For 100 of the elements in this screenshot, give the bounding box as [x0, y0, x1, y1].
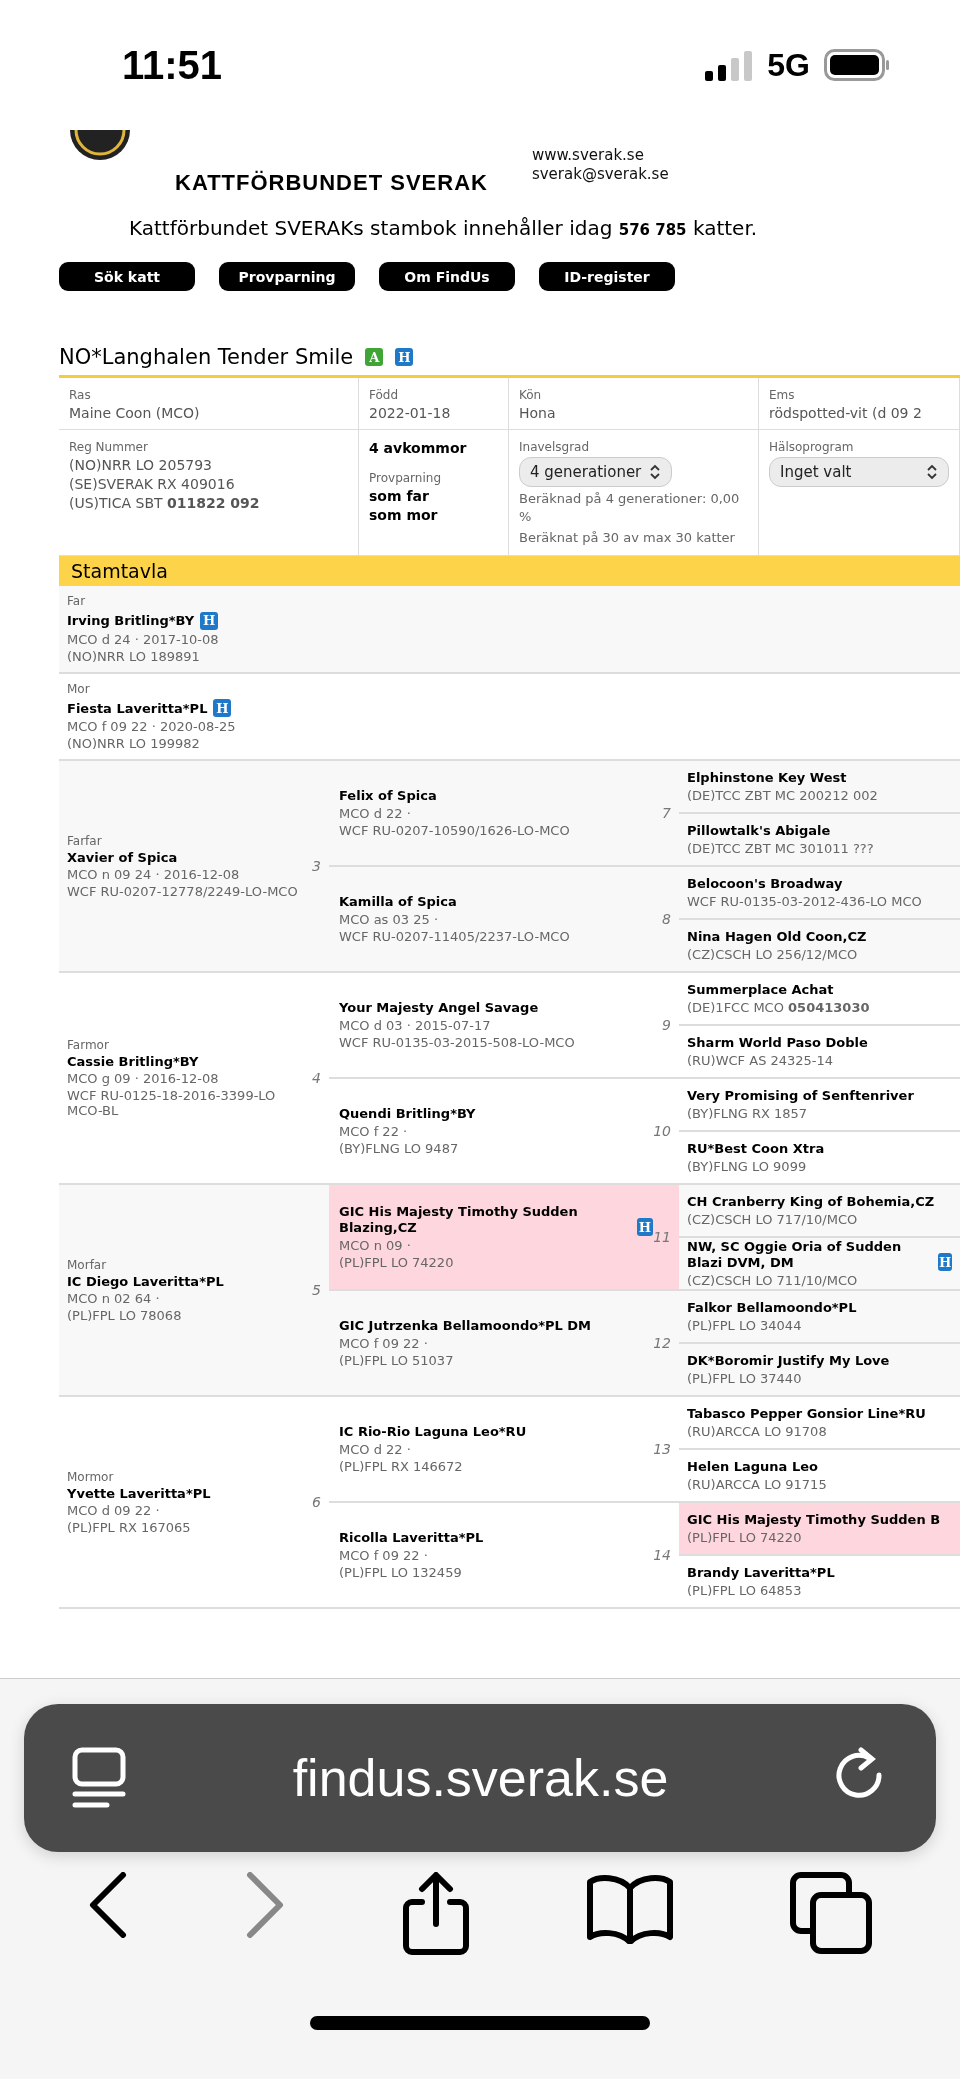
cat-name-link[interactable]: Tabasco Pepper Gonsior Line*RU: [687, 1406, 926, 1422]
organization-name: KATTFÖRBUNDET SVERAK: [175, 170, 488, 196]
ancestor-number: 7: [662, 805, 671, 821]
cat-name-link[interactable]: Sharm World Paso Doble: [687, 1035, 868, 1051]
forward-icon[interactable]: [245, 1872, 286, 1938]
cat-details: MCO as 03 25 ·: [339, 912, 439, 927]
cat-details: (PL)FPL LO 74220: [339, 1255, 455, 1270]
cat-details: WCF RU-0125-18-2016-3399-LO MCO-BL: [67, 1088, 277, 1118]
cat-name-link[interactable]: IC Rio-Rio Laguna Leo*RU: [339, 1424, 527, 1440]
field-label: Hälsoprogram: [769, 440, 855, 454]
contact-link[interactable]: sverak@sverak.se: [531, 165, 669, 184]
cat-details: MCO d 09 22 ·: [67, 1502, 161, 1518]
field-value: rödspotted-vit (d 09 2: [769, 405, 923, 421]
cat-name-link[interactable]: NW, SC Oggie Oria of Sudden Blazi DVM, DM: [687, 1239, 933, 1271]
cat-details: MCO f 09 22 ·: [339, 1548, 429, 1563]
test-mating-link[interactable]: som mor: [369, 507, 498, 523]
relation-label: Mor: [67, 681, 91, 696]
field-label: Reg Nummer: [69, 440, 149, 454]
ancestor-number: 14: [653, 1547, 671, 1563]
ancestor-number: 8: [662, 911, 671, 927]
letter-badge: H: [213, 699, 232, 717]
relation-label: Farfar: [67, 833, 103, 848]
field-label: Provparning: [369, 471, 442, 485]
address-bar[interactable]: findus.sverak.se: [24, 1704, 936, 1852]
cat-details: MCO d 24 · 2017-10-08: [67, 631, 220, 647]
field-value: Hona: [519, 405, 557, 421]
cat-name-link[interactable]: Felix of Spica: [339, 788, 437, 804]
inbreeding-note: Beräknat på 30 av max 30 katter: [519, 529, 736, 547]
letter-badge: H: [636, 1218, 654, 1236]
contact-link[interactable]: www.sverak.se: [531, 146, 669, 165]
field-label: Inavelsgrad: [519, 440, 591, 454]
cat-name-link[interactable]: Belocoon's Broadway: [687, 876, 843, 892]
cat-details: MCO f 09 22 · 2020-08-25: [67, 719, 237, 734]
cat-name-link[interactable]: Quendi Britling*BY: [339, 1106, 476, 1122]
field-value: Maine Coon (MCO): [69, 405, 201, 421]
cat-details: (DE)TCC ZBT MC 301011 ???: [687, 841, 875, 856]
offspring-count: 4 avkommor: [369, 440, 468, 456]
cat-details: MCO f 22 ·: [339, 1124, 409, 1139]
tabs-icon[interactable]: [789, 1872, 872, 1954]
cat-details: (PL)FPL LO 51037: [339, 1353, 455, 1368]
cat-name-link[interactable]: Elphinstone Key West: [687, 770, 847, 786]
cat-name-link[interactable]: RU*Best Coon Xtra: [687, 1141, 825, 1157]
letter-badge: H: [395, 348, 414, 366]
cat-name-link[interactable]: Summerplace Achat: [687, 982, 834, 998]
cat-name-link[interactable]: Nina Hagen Old Coon,CZ: [687, 929, 867, 945]
ancestor-number: 13: [653, 1441, 671, 1457]
nav-button[interactable]: Om FindUs: [379, 262, 515, 291]
nav-button[interactable]: Provparning: [219, 262, 355, 291]
cat-details: (RU)ARCCA LO 91708: [687, 1424, 828, 1439]
cat-name-link[interactable]: Kamilla of Spica: [339, 894, 457, 910]
cat-details: (PL)FPL LO 132459: [339, 1565, 463, 1580]
bookmarks-icon[interactable]: [586, 1872, 673, 1944]
cat-details: MCO d 03 · 2015-07-17: [339, 1018, 492, 1033]
ancestor-number: 3: [312, 858, 321, 874]
cat-name-link[interactable]: Brandy Laveritta*PL: [687, 1565, 835, 1581]
generations-select[interactable]: 4 generationer: [519, 457, 673, 487]
cat-name-link[interactable]: Irving Britling*BY: [67, 613, 195, 628]
cat-details: (BY)FLNG LO 9099: [687, 1159, 808, 1174]
ancestor-number: 4: [312, 1070, 321, 1086]
ancestor-number: 12: [653, 1335, 671, 1351]
share-icon[interactable]: [402, 1872, 470, 1956]
cat-name-link[interactable]: Yvette Laveritta*PL: [67, 1485, 211, 1501]
registration-number: (NO)NRR LO 205793: [69, 457, 213, 473]
chevron-icon: [649, 464, 662, 480]
cat-details: MCO g 09 · 2016-12-08: [67, 1071, 220, 1086]
back-icon[interactable]: [88, 1872, 129, 1938]
cat-name-link[interactable]: Ricolla Laveritta*PL: [339, 1530, 484, 1546]
cat-name-link[interactable]: Fiesta Laveritta*PL: [67, 700, 208, 716]
cat-name-link[interactable]: Very Promising of Senftenriver: [687, 1088, 914, 1104]
test-mating-link[interactable]: som far: [369, 488, 498, 504]
cat-details: MCO f 09 22 ·: [339, 1336, 429, 1351]
cat-name-link[interactable]: Helen Laguna Leo: [687, 1459, 818, 1475]
cat-name-link[interactable]: GIC His Majesty Timothy Sudden B: [687, 1512, 941, 1528]
network-label: 5G: [767, 46, 810, 84]
nav-button[interactable]: Sök katt: [59, 262, 195, 291]
cat-details: (DE)TCC ZBT MC 200212 002: [687, 788, 879, 803]
cat-name-link[interactable]: Falkor Bellamoondo*PL: [687, 1300, 857, 1316]
cat-name-link[interactable]: Xavier of Spica: [67, 849, 298, 865]
database-count-text: Kattförbundet SVERAKs stambok innehåller idag 576 785 katter.: [129, 216, 759, 240]
ancestor-number: 11: [653, 1229, 671, 1245]
ancestor-number: 6: [312, 1494, 321, 1510]
health-program-select[interactable]: Inget valt: [769, 457, 949, 487]
registration-number: (SE)SVERAK RX 409016: [69, 476, 236, 492]
cat-name-link[interactable]: CH Cranberry King of Bohemia,CZ: [687, 1194, 935, 1210]
cat-name-link[interactable]: Pillowtalk's Abigale: [687, 823, 831, 839]
cat-name-link[interactable]: IC Diego Laveritta*PL: [67, 1273, 224, 1289]
cat-details: (NO)NRR LO 199982: [67, 736, 201, 751]
cat-details: (DE)1FCC MCO 050413030: [687, 1000, 871, 1015]
cat-name-link[interactable]: GIC Jutrzenka Bellamoondo*PL DM: [339, 1318, 592, 1334]
cat-details: (PL)FPL RX 146672: [339, 1459, 464, 1474]
clock-time: 11:51: [122, 42, 223, 88]
cat-name-link[interactable]: Your Majesty Angel Savage: [339, 1000, 539, 1016]
cat-name-link[interactable]: GIC His Majesty Timothy Sudden Blazing,CZ: [339, 1204, 631, 1236]
registration-number: (US)TICA SBT 011822 092: [69, 495, 261, 511]
nav-button[interactable]: ID-register: [539, 262, 675, 291]
ancestor-number: 9: [662, 1017, 671, 1033]
cat-name-link[interactable]: DK*Boromir Justify My Love: [687, 1353, 890, 1369]
section-header: Stamtavla: [59, 556, 960, 586]
ancestor-number: 10: [653, 1123, 671, 1139]
cat-name-link[interactable]: Cassie Britling*BY: [67, 1054, 313, 1069]
